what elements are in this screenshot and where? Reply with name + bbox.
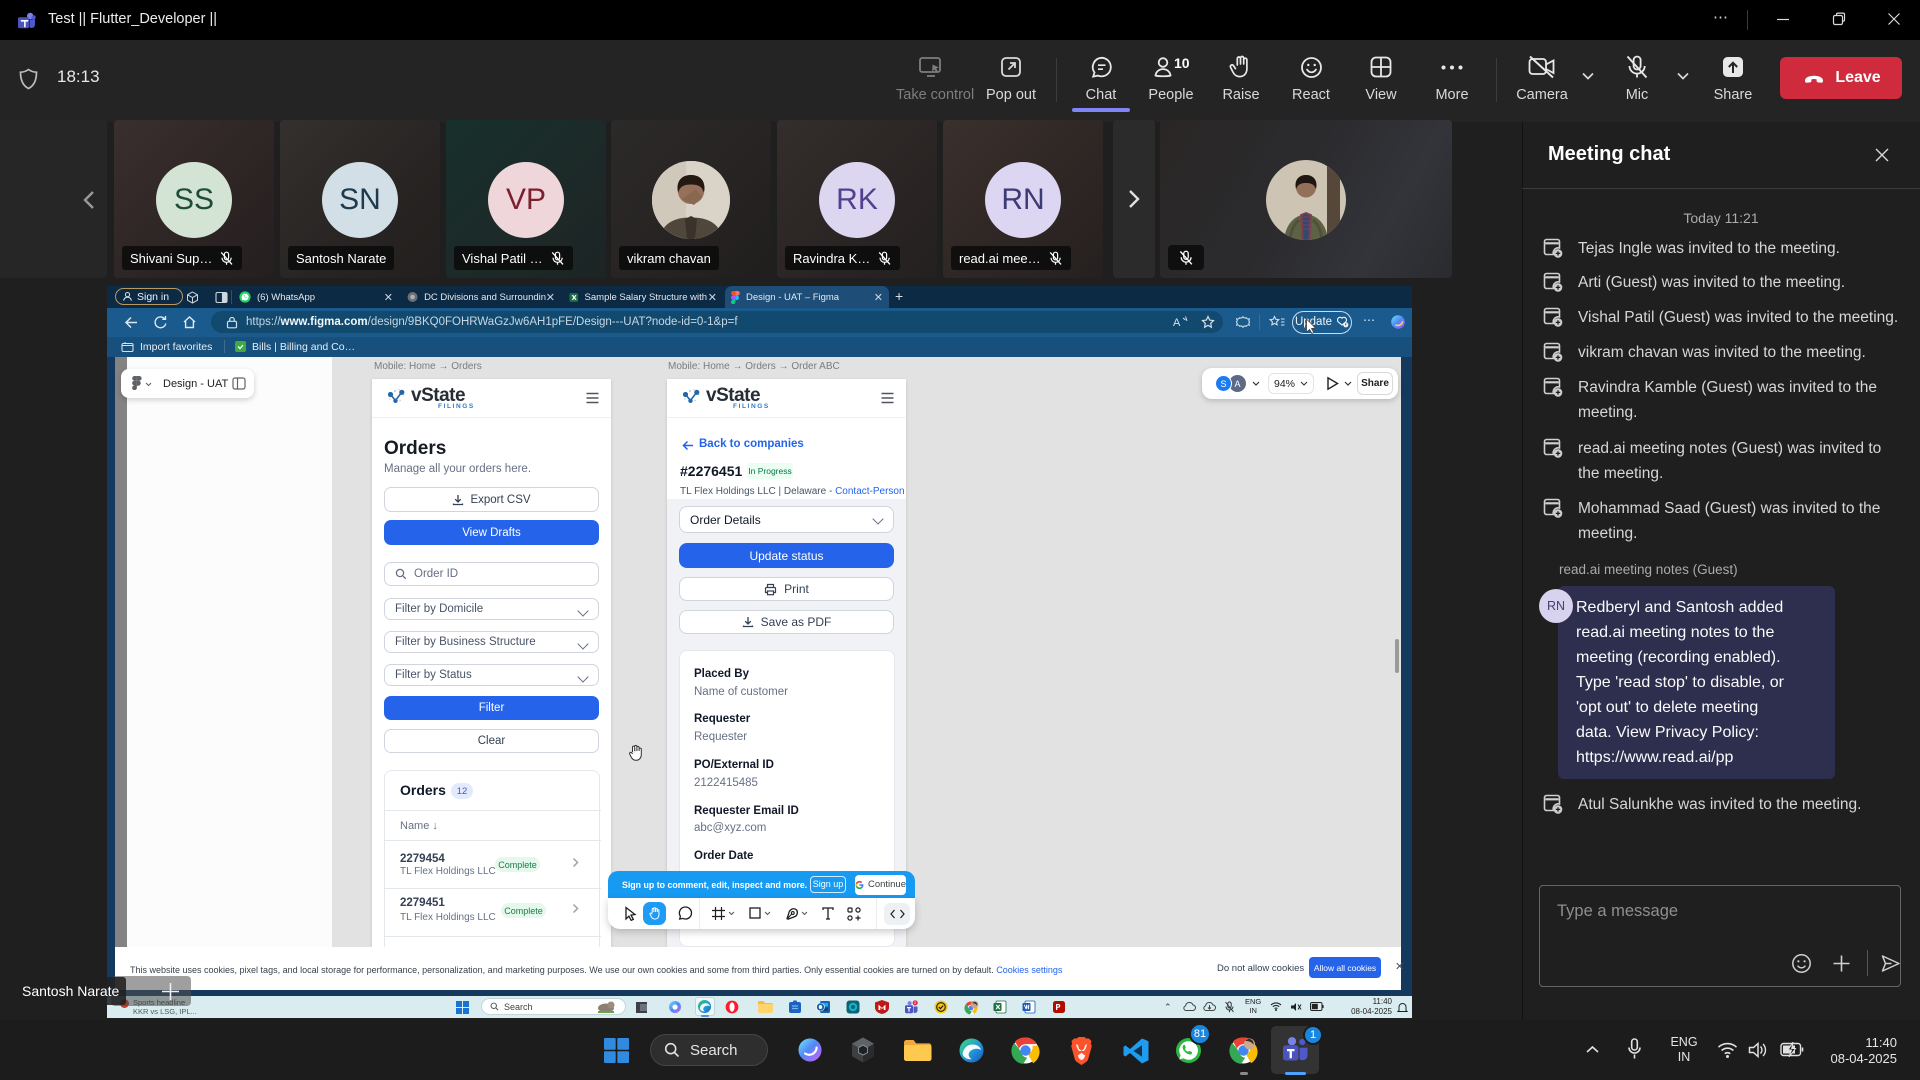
svg-text:2: 2 bbox=[914, 1001, 916, 1005]
svg-text:10: 10 bbox=[1174, 55, 1190, 71]
